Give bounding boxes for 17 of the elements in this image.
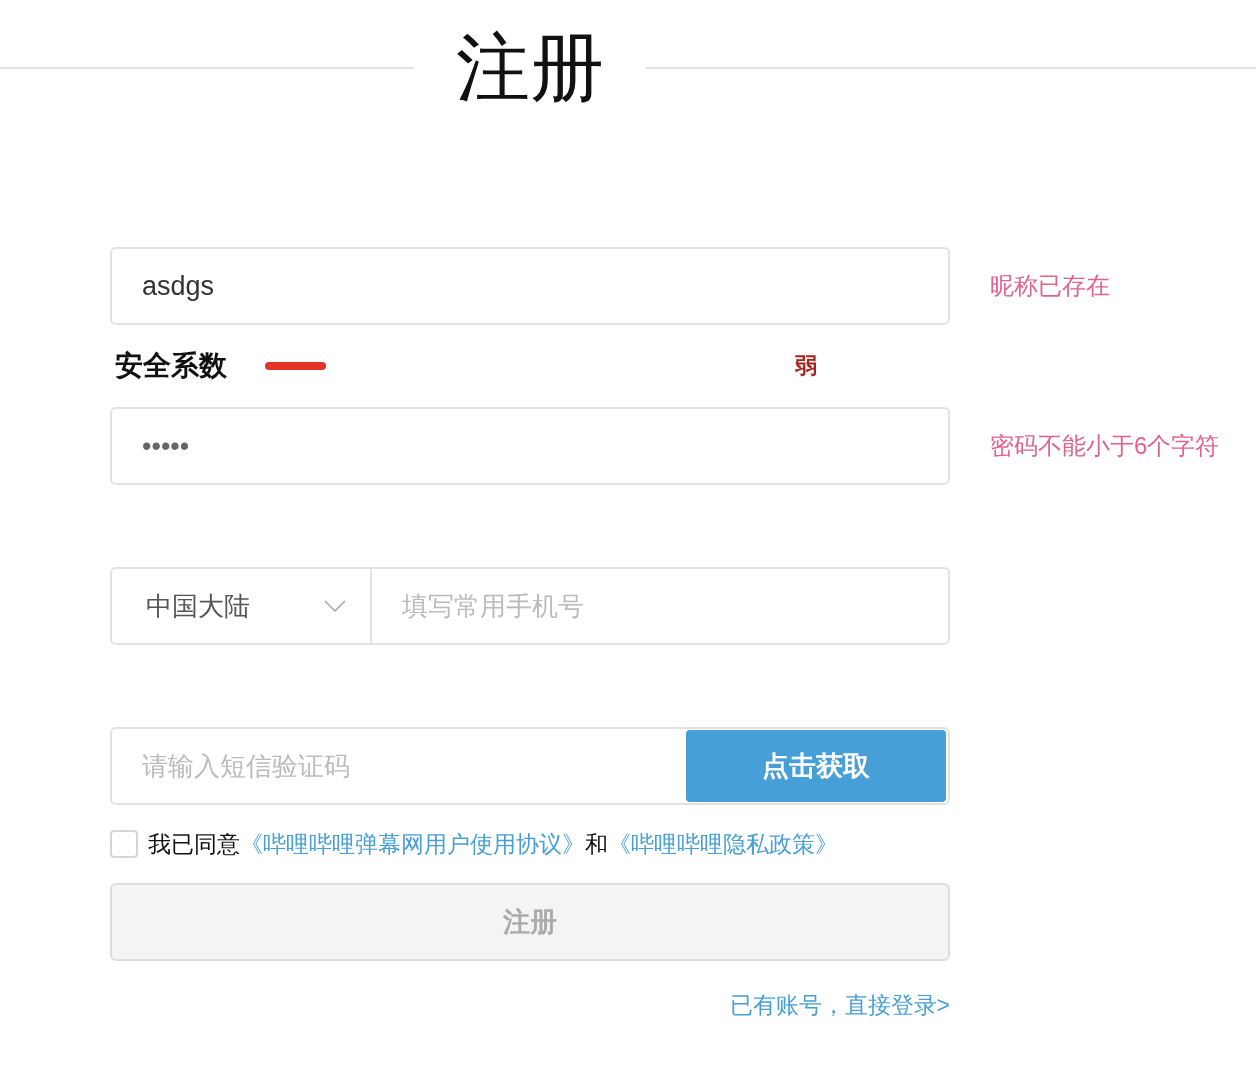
password-field[interactable]: ••••• bbox=[110, 407, 950, 485]
login-link[interactable]: 已有账号，直接登录> bbox=[729, 989, 950, 1021]
agree-checkbox[interactable] bbox=[110, 830, 138, 858]
strength-label: 安全系数 bbox=[115, 349, 228, 383]
nickname-field[interactable]: asdgs bbox=[110, 247, 950, 325]
chevron-down-icon bbox=[324, 600, 346, 612]
get-code-button[interactable]: 点击获取 bbox=[686, 730, 946, 802]
policy-link[interactable]: 《哔哩哔哩弹幕网用户使用协议》 bbox=[240, 830, 585, 857]
sms-code-field[interactable]: 请输入短信验证码 点击获取 bbox=[110, 727, 950, 805]
region-dropdown[interactable]: 中国大陆 bbox=[112, 569, 372, 643]
agreement-text: 我已同意《哔哩哔哩弹幕网用户使用协议》和《哔哩哔哩隐私政策》 bbox=[148, 829, 838, 859]
page-title: 注册 bbox=[455, 25, 605, 111]
strength-reading: 弱 bbox=[795, 352, 817, 380]
phone-field[interactable]: 中国大陆 填写常用手机号 bbox=[110, 567, 950, 645]
error-message: 密码不能小于6个字符 bbox=[990, 431, 1221, 461]
policy-link[interactable]: 《哔哩哔哩隐私政策》 bbox=[608, 830, 838, 857]
error-message: 昵称已存在 bbox=[990, 271, 1111, 301]
